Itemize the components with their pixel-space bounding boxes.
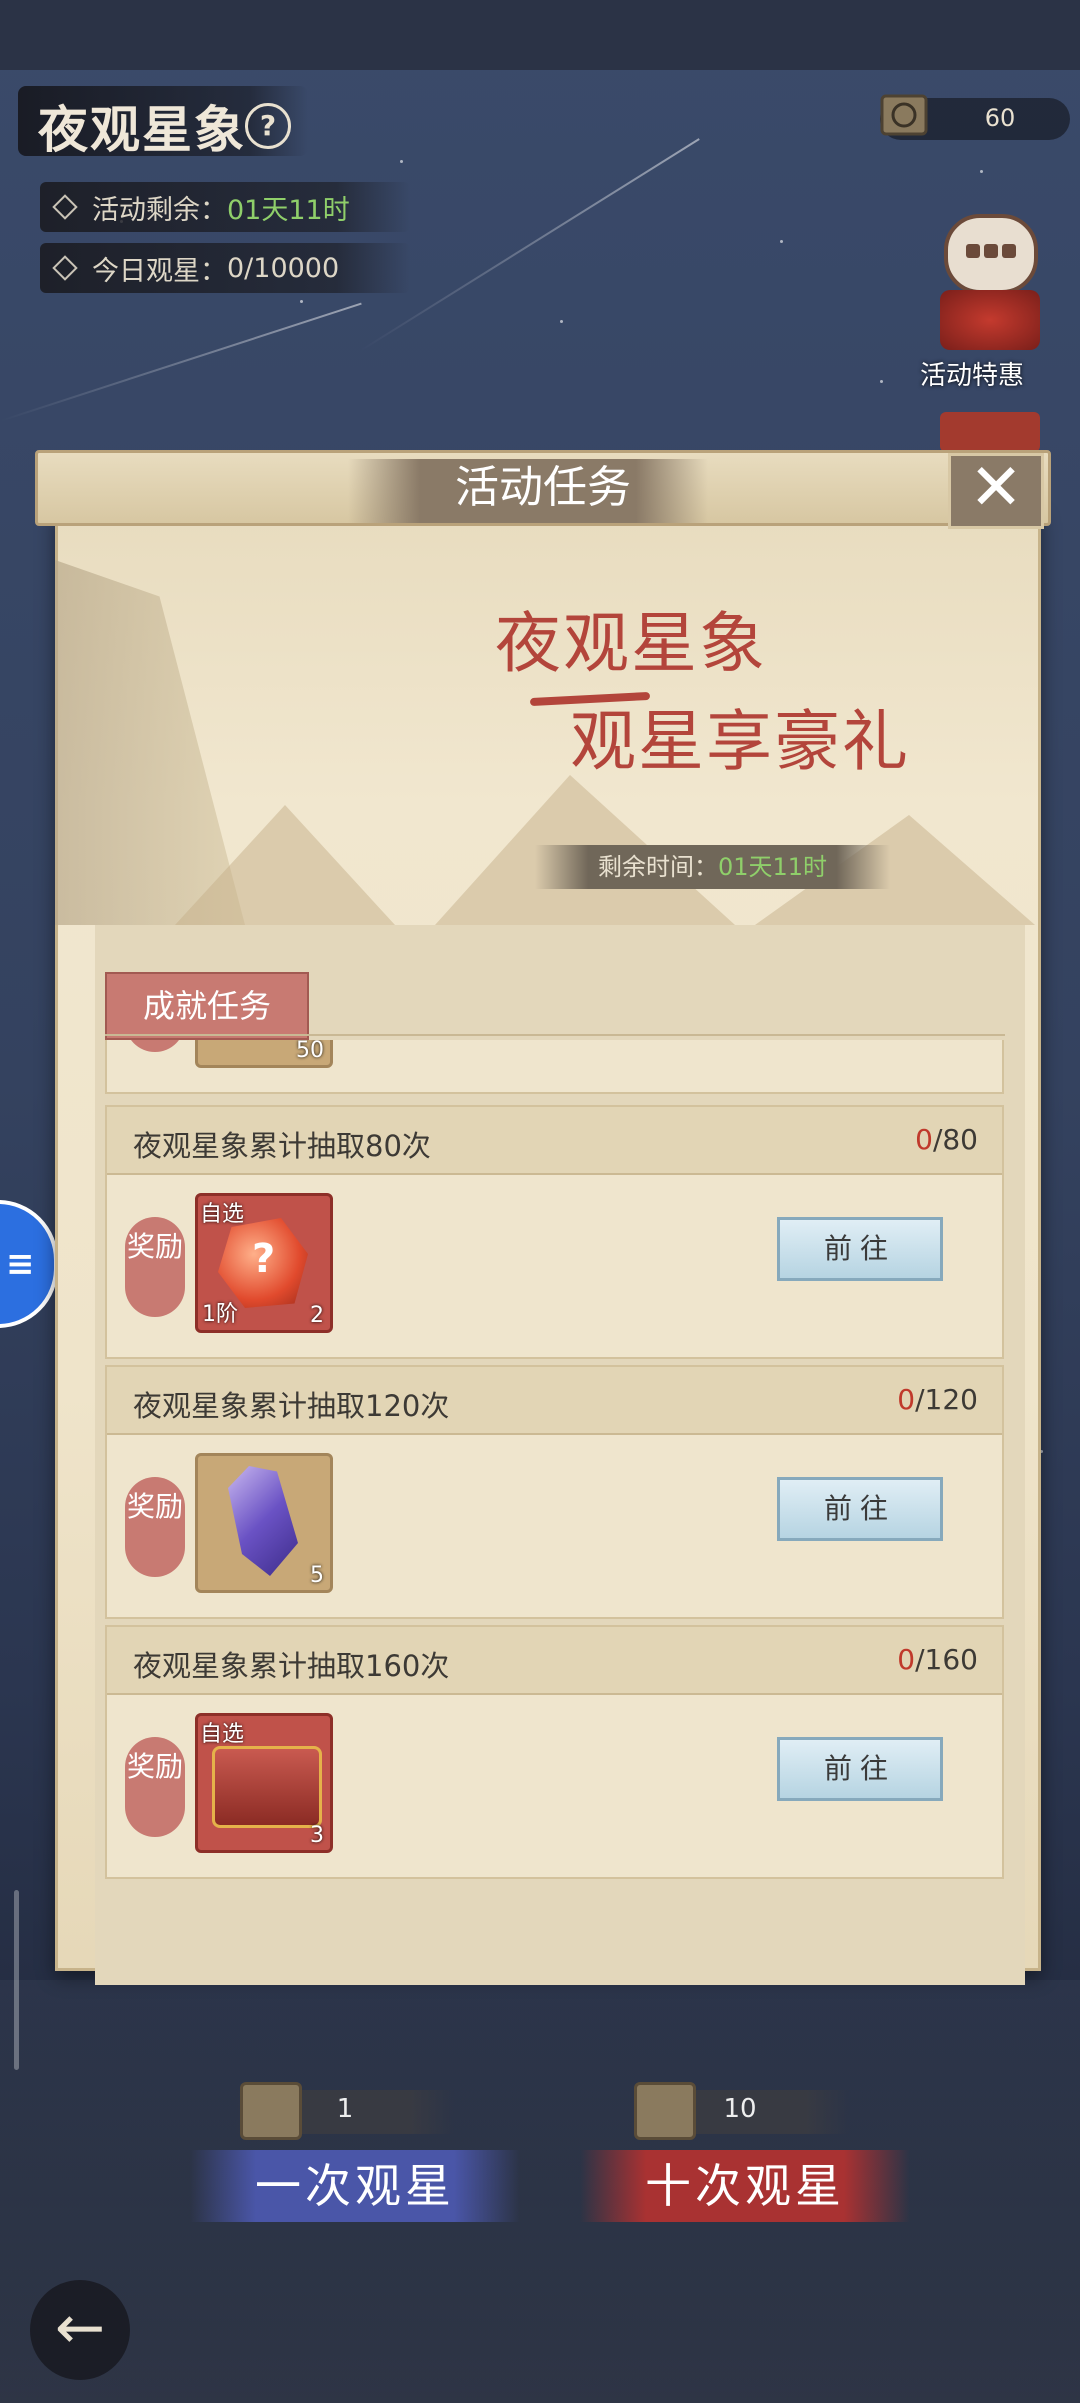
reward-item-red-chest[interactable]: 自选 3 — [195, 1713, 333, 1853]
task-progress: 0/160 — [897, 1643, 978, 1676]
task-header: 夜观星象累计抽取160次 0/160 — [107, 1627, 1002, 1695]
status-bar — [0, 0, 1080, 70]
go-button[interactable]: 前往 — [777, 1737, 943, 1801]
side-event-icon[interactable] — [940, 412, 1040, 452]
cost-ten: 10 — [723, 2094, 757, 2124]
task-card-partial: 奖励 50 前往 — [105, 1040, 1004, 1094]
reward-item-purple-crystal[interactable]: 5 — [195, 1453, 333, 1593]
item-tier: 1阶 — [202, 1302, 238, 1327]
purple-crystal-icon — [228, 1466, 298, 1576]
banner-title-line1: 夜观星象 — [495, 605, 767, 682]
reward-label: 奖励 — [125, 1040, 185, 1052]
draw-once-button[interactable]: 一次观星 — [190, 2150, 520, 2222]
remaining-value: 01天11时 — [227, 194, 350, 226]
reward-label: 奖励 — [125, 1217, 185, 1317]
back-arrow-icon[interactable]: ← — [30, 2280, 130, 2380]
today-label: 今日观星： — [92, 255, 227, 287]
cost-one: 1 — [336, 2094, 354, 2124]
page-title: 夜观星象 — [38, 100, 246, 159]
task-name: 夜观星象累计抽取160次 — [133, 1649, 450, 1683]
ink-scenery — [0, 1980, 1080, 2403]
task-card-120: 夜观星象累计抽取120次 0/120 奖励 5 前往 — [105, 1365, 1004, 1619]
task-card-80: 夜观星象累计抽取80次 0/80 奖励 ? 自选 1阶 2 前往 — [105, 1105, 1004, 1359]
help-icon[interactable]: ? — [245, 103, 291, 149]
go-button[interactable]: 前往 — [777, 1477, 943, 1541]
banner-title-line2: 观星享豪礼 — [570, 703, 910, 780]
activity-task-modal: 夜观星象 观星享豪礼 剩余时间：01天11时 活动任务 ✕ 成就任务 奖励 50… — [35, 450, 1051, 1985]
task-name: 夜观星象累计抽取80次 — [133, 1129, 431, 1163]
special-offer-label[interactable]: 活动特惠 — [920, 355, 1024, 392]
item-quantity: 3 — [310, 1823, 324, 1848]
red-gem-icon: ? — [218, 1218, 308, 1308]
remaining-time: 剩余时间：01天11时 — [535, 845, 890, 889]
task-progress: 0/80 — [915, 1123, 978, 1156]
star-token-icon — [634, 2082, 696, 2140]
reward-item-red-gem[interactable]: ? 自选 1阶 2 — [195, 1193, 333, 1333]
scroll-indicator[interactable] — [14, 1890, 19, 2070]
reward-label: 奖励 — [125, 1477, 185, 1577]
choose-tag: 自选 — [200, 1202, 245, 1227]
timer-label: 剩余时间： — [597, 853, 718, 881]
item-quantity: 5 — [310, 1563, 324, 1588]
task-progress: 0/120 — [897, 1383, 978, 1416]
task-name: 夜观星象累计抽取120次 — [133, 1389, 450, 1423]
red-chest-icon — [212, 1746, 322, 1828]
task-header: 夜观星象累计抽取120次 0/120 — [107, 1367, 1002, 1435]
draw-ten-button[interactable]: 十次观星 — [580, 2150, 910, 2222]
activity-remaining-bar: 活动剩余： 01天11时 — [40, 182, 410, 232]
choose-tag: 自选 — [200, 1722, 245, 1747]
task-card-160: 夜观星象累计抽取160次 0/160 奖励 自选 3 前往 — [105, 1625, 1004, 1879]
go-button[interactable]: 前往 — [777, 1217, 943, 1281]
timer-value: 01天11时 — [717, 853, 828, 881]
task-list[interactable]: 奖励 50 前往 夜观星象累计抽取80次 0/80 奖励 ? 自选 1阶 2 前… — [105, 1040, 1005, 1975]
currency-value: 60 — [984, 104, 1016, 132]
item-quantity: 2 — [310, 1303, 324, 1328]
today-stargazing-bar: 今日观星： 0/10000 — [40, 243, 410, 293]
modal-title: 活动任务 — [455, 462, 631, 513]
special-offer-chest-icon[interactable] — [940, 290, 1040, 350]
close-button[interactable]: ✕ — [948, 453, 1044, 529]
event-banner: 夜观星象 观星享豪礼 剩余时间：01天11时 — [55, 520, 1035, 925]
tab-achievement-tasks[interactable]: 成就任务 — [105, 972, 309, 1040]
modal-header: 活动任务 ✕ — [35, 450, 1051, 529]
chat-icon[interactable] — [944, 214, 1038, 294]
item-quantity: 50 — [296, 1040, 324, 1063]
task-header: 夜观星象累计抽取80次 0/80 — [107, 1107, 1002, 1175]
today-value: 0/10000 — [227, 252, 340, 284]
tab-divider — [105, 1034, 1005, 1036]
remaining-label: 活动剩余： — [92, 194, 227, 226]
star-token-icon — [240, 2082, 302, 2140]
cliff-illustration — [55, 560, 245, 925]
reward-label: 奖励 — [125, 1737, 185, 1837]
reward-item[interactable]: 50 — [195, 1040, 333, 1068]
diamond-icon — [52, 194, 78, 220]
star-token-icon — [880, 94, 928, 136]
diamond-icon — [52, 255, 78, 281]
